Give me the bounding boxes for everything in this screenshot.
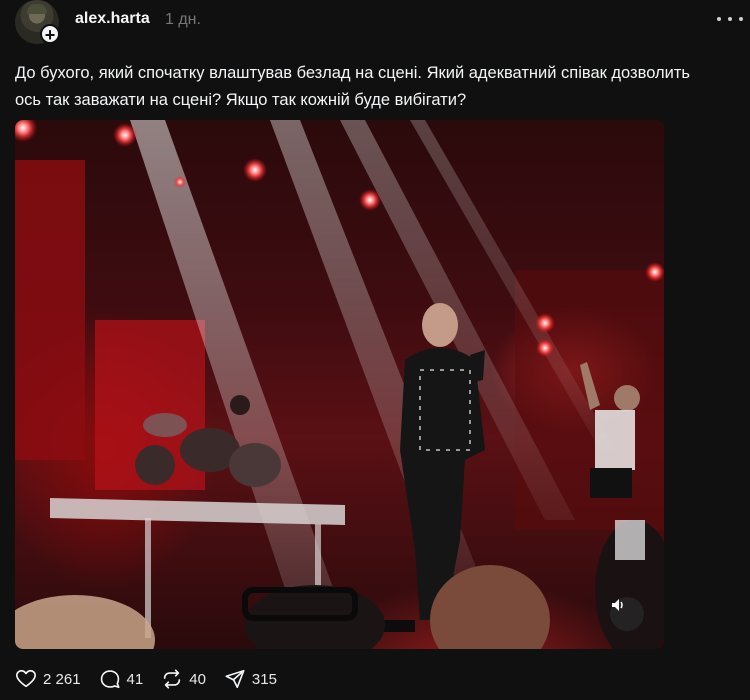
video-player[interactable] [15,120,664,649]
more-options-icon[interactable] [717,12,743,26]
mute-toggle-button[interactable] [610,597,644,631]
follow-plus-icon[interactable]: + [40,24,60,45]
comment-button[interactable]: 41 [99,668,144,690]
avatar-photo [27,4,47,14]
post-timestamp[interactable]: 1 дн. [165,11,201,29]
heart-icon [16,669,36,688]
post-caption: До бухого, який спочатку влаштував безла… [15,64,691,109]
like-button[interactable]: 2 261 [15,668,81,690]
share-count: 315 [251,670,277,688]
send-icon [225,669,245,689]
username-link[interactable]: alex.harta [75,10,150,28]
share-button[interactable]: 315 [224,668,277,690]
speaker-icon [612,599,623,611]
post-actions-bar: 2 261 41 40 315 [15,664,295,694]
repost-icon [164,669,181,689]
comment-bubble-icon [100,670,120,689]
comment-count: 41 [126,670,144,688]
repost-button[interactable]: 40 [161,668,206,690]
concert-video-frame [15,120,664,649]
like-count: 2 261 [43,670,81,688]
thread-post: + alex.harta 1 дн. До бухого, який споча… [0,0,750,700]
repost-count: 40 [189,670,206,688]
